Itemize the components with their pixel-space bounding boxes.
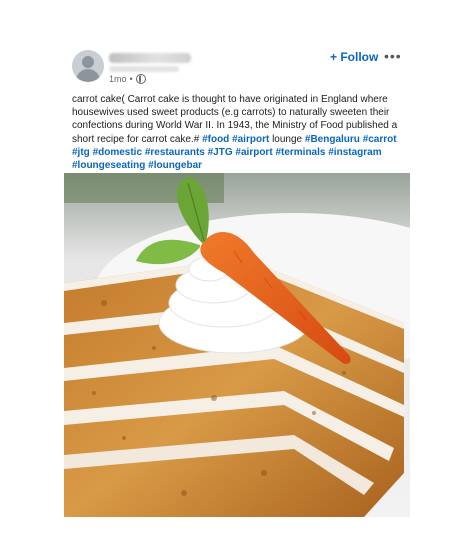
hashtag[interactable]: #restaurants bbox=[145, 147, 205, 158]
hashtag[interactable]: #loungeseating bbox=[72, 160, 145, 171]
hashtag[interactable]: #domestic bbox=[93, 147, 142, 158]
hashtag[interactable]: #airport bbox=[232, 134, 269, 145]
author-headline-blurred bbox=[109, 66, 179, 72]
hashtag[interactable]: #instagram bbox=[328, 147, 381, 158]
post-meta: 1mo • bbox=[109, 74, 146, 84]
hashtag[interactable]: #JTG bbox=[208, 147, 233, 158]
more-options-icon[interactable]: ••• bbox=[384, 48, 402, 64]
follow-button[interactable]: + Follow bbox=[330, 50, 378, 64]
hashtag[interactable]: #food bbox=[202, 134, 229, 145]
post-time: 1mo bbox=[109, 74, 127, 84]
feed-post: 1mo • + Follow ••• carrot cake( Carrot c… bbox=[64, 40, 410, 520]
hashtag[interactable]: #jtg bbox=[72, 147, 90, 158]
carrot-cake-photo-icon bbox=[64, 173, 410, 517]
avatar-head-shape bbox=[82, 56, 94, 68]
post-caption: carrot cake( Carrot cake is thought to h… bbox=[72, 93, 404, 172]
hashtag[interactable]: #Bengaluru bbox=[305, 134, 360, 145]
globe-icon bbox=[135, 74, 146, 84]
post-image[interactable] bbox=[64, 173, 410, 517]
author-avatar[interactable] bbox=[72, 50, 104, 82]
author-name-blurred[interactable] bbox=[109, 53, 191, 63]
hashtag[interactable]: #carrot bbox=[363, 134, 397, 145]
hashtag[interactable]: #terminals bbox=[275, 147, 325, 158]
hashtag[interactable]: #airport bbox=[235, 147, 272, 158]
caption-word: lounge bbox=[272, 133, 303, 145]
hashtag[interactable]: #loungebar bbox=[148, 160, 202, 171]
avatar-body-shape bbox=[76, 69, 100, 82]
